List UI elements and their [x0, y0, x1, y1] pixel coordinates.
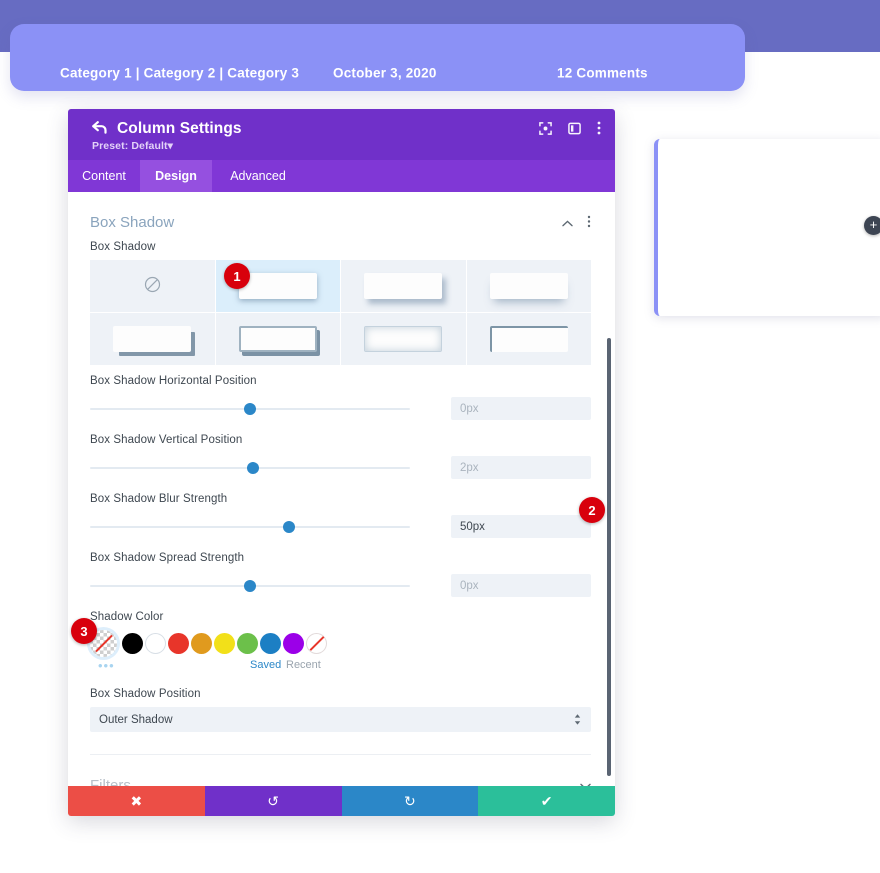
tab-design[interactable]: Design [140, 160, 212, 192]
box-shadow-preset-grid [90, 260, 591, 365]
more-colors-button[interactable]: ••• [98, 658, 115, 673]
select-arrows-icon [574, 713, 581, 726]
slider-track[interactable] [90, 526, 410, 528]
yellow-swatch[interactable] [214, 633, 235, 654]
chevron-down-icon-filters[interactable] [580, 779, 591, 786]
section-title-filters: Filters [90, 777, 131, 786]
chevron-down-icon: ▾ [167, 140, 173, 152]
preset-swatch [489, 326, 568, 352]
preset-swatch [238, 326, 317, 352]
undo-button[interactable]: ↺ [204, 786, 342, 816]
saved-colors-tab[interactable]: Saved [250, 659, 281, 671]
add-module-button[interactable]: + [864, 216, 880, 235]
purple-swatch[interactable] [283, 633, 304, 654]
modal-tabs: Content Design Advanced [68, 160, 615, 192]
no-shadow-icon [144, 276, 161, 296]
no-color-swatch[interactable] [306, 633, 327, 654]
column-settings-modal: Column Settings Preset: Default▾ Content… [68, 109, 615, 816]
annotation-badge-2: 2 [579, 497, 605, 523]
preset-swatch [364, 273, 443, 299]
preset-swatch [364, 326, 443, 352]
value-spread-strength[interactable]: 0px [451, 574, 591, 597]
preset-swatch [238, 273, 317, 299]
slider-blur-strength: 50px [90, 512, 591, 542]
slider-knob[interactable] [247, 462, 259, 474]
post-date: October 3, 2020 [333, 65, 437, 81]
preset-shadow-hard-offset[interactable] [90, 313, 215, 365]
blue-swatch[interactable] [260, 633, 281, 654]
modal-footer: ✖ ↺ ↻ ✔ [68, 786, 615, 816]
label-horizontal-position: Box Shadow Horizontal Position [90, 375, 257, 387]
preset-shadow-top-left-border[interactable] [466, 313, 591, 365]
label-shadow-color: Shadow Color [90, 611, 164, 623]
value-horizontal-position[interactable]: 0px [451, 397, 591, 420]
slider-knob[interactable] [244, 403, 256, 415]
kebab-menu-icon[interactable] [597, 121, 601, 140]
redo-button[interactable]: ↻ [341, 786, 479, 816]
section-header-filters[interactable]: Filters [90, 755, 591, 786]
post-comment-count: 12 Comments [557, 65, 648, 81]
label-box-shadow: Box Shadow [90, 241, 156, 253]
value-vertical-position[interactable]: 2px [451, 456, 591, 479]
slider-horizontal-position: 0px [90, 394, 591, 424]
post-categories: Category 1 | Category 2 | Category 3 [60, 65, 300, 81]
red-swatch[interactable] [168, 633, 189, 654]
tab-advanced[interactable]: Advanced [212, 160, 304, 192]
slider-knob[interactable] [244, 580, 256, 592]
post-meta-banner: Category 1 | Category 2 | Category 3 Oct… [10, 24, 745, 91]
orange-swatch[interactable] [191, 633, 212, 654]
preset-shadow-deep-bottom[interactable] [466, 260, 591, 312]
back-arrow-icon[interactable] [92, 121, 107, 137]
slider-spread-strength: 0px [90, 571, 591, 601]
label-blur-strength: Box Shadow Blur Strength [90, 493, 228, 505]
preset-shadow-inner-glow[interactable] [341, 313, 466, 365]
modal-header-actions [539, 121, 601, 140]
label-vertical-position: Box Shadow Vertical Position [90, 434, 243, 446]
settings-scrollbar[interactable] [607, 338, 611, 776]
column-preview-card[interactable] [654, 139, 880, 316]
value-blur-strength[interactable]: 50px [451, 515, 591, 538]
kebab-menu-icon-section[interactable] [587, 215, 591, 231]
preset-swatch [113, 326, 192, 352]
recent-colors-tab[interactable]: Recent [286, 659, 321, 671]
cancel-button[interactable]: ✖ [68, 786, 205, 816]
label-spread-strength: Box Shadow Spread Strength [90, 552, 245, 564]
green-swatch[interactable] [237, 633, 258, 654]
settings-scroll-area: Box Shadow Box Shadow Box Shadow Horizon… [68, 192, 615, 786]
page-root: Category 1 | Category 2 | Category 3 Oct… [0, 0, 880, 873]
chevron-up-icon[interactable] [562, 216, 573, 230]
preset-label: Preset: Default [92, 140, 168, 152]
modal-body: Box Shadow Box Shadow Box Shadow Horizon… [68, 192, 615, 786]
layout-panel-icon[interactable] [568, 122, 581, 140]
preset-no-shadow[interactable] [90, 260, 215, 312]
slider-knob[interactable] [283, 521, 295, 533]
select-box-shadow-position[interactable]: Outer Shadow [90, 707, 591, 732]
preset-shadow-outline-hard[interactable] [215, 313, 340, 365]
swatch-sub-row: ••• Saved Recent [90, 658, 591, 678]
annotation-badge-1: 1 [224, 263, 250, 289]
modal-header: Column Settings Preset: Default▾ [68, 109, 615, 160]
preset-selector[interactable]: Preset: Default▾ [92, 140, 601, 152]
section-header-box-shadow[interactable]: Box Shadow [90, 192, 591, 237]
shadow-color-swatches [90, 630, 591, 657]
select-value: Outer Shadow [99, 713, 173, 726]
annotation-badge-3: 3 [71, 618, 97, 644]
preset-swatch [489, 273, 568, 299]
expand-icon[interactable] [539, 121, 552, 140]
preset-shadow-offset-right[interactable] [341, 260, 466, 312]
section-title-box-shadow: Box Shadow [90, 214, 175, 231]
save-button[interactable]: ✔ [478, 786, 615, 816]
slider-vertical-position: 2px [90, 453, 591, 483]
label-box-shadow-position: Box Shadow Position [90, 688, 201, 700]
black-swatch[interactable] [122, 633, 143, 654]
tab-content[interactable]: Content [68, 160, 140, 192]
modal-title: Column Settings [117, 120, 242, 137]
white-swatch[interactable] [145, 633, 166, 654]
